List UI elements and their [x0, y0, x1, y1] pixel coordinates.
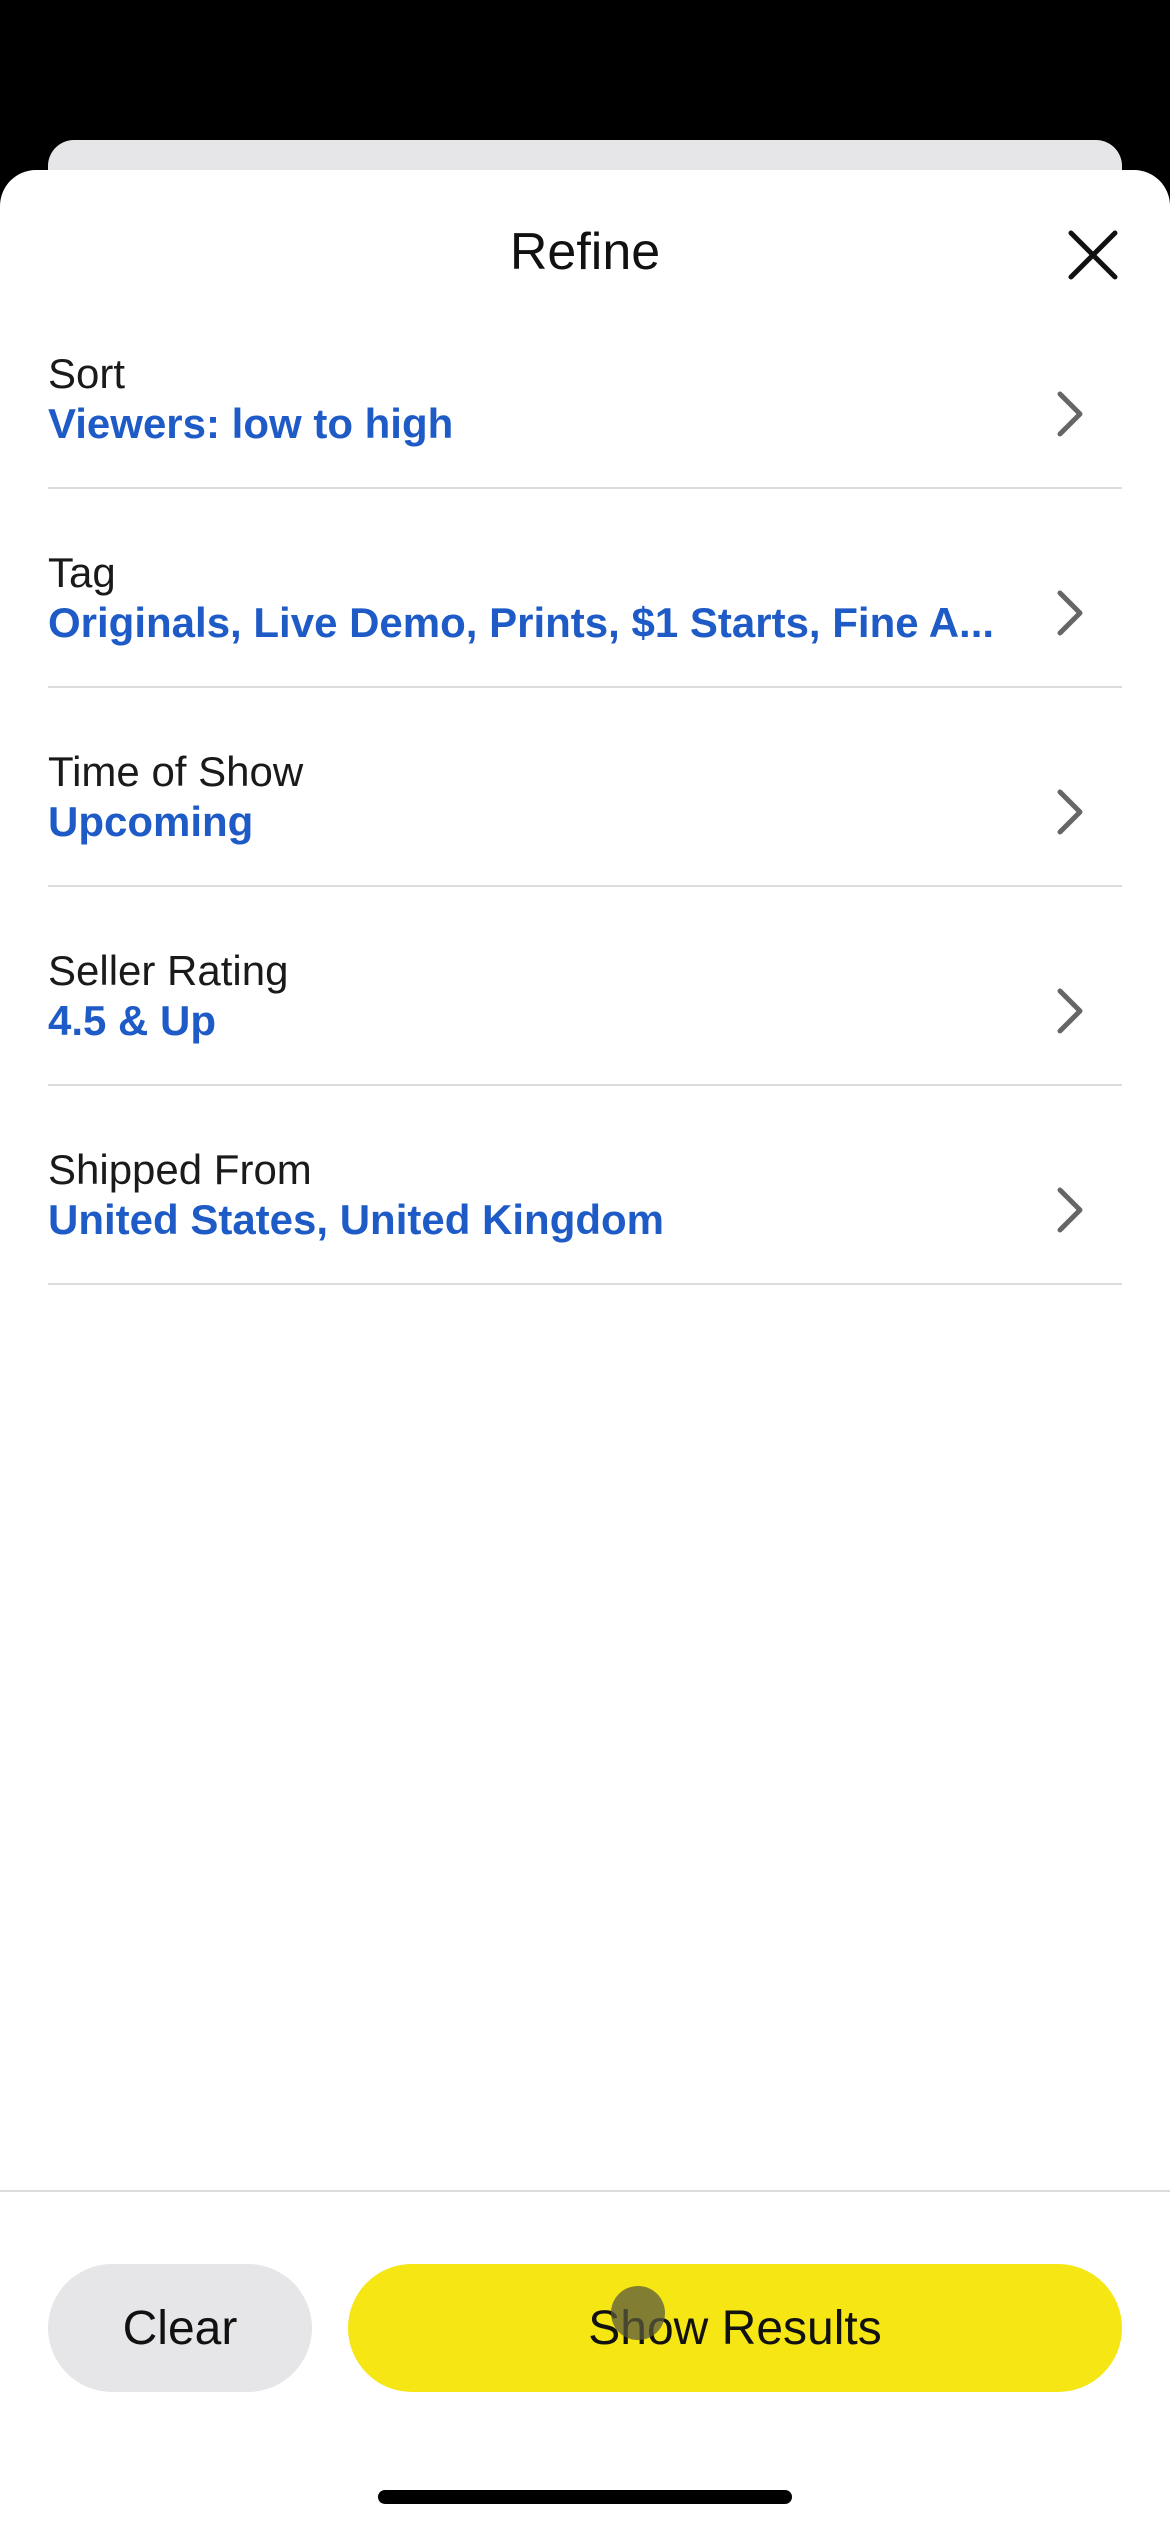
filter-label: Sort [48, 350, 126, 397]
filter-list: Sort Viewers: low to high Tag Originals,… [48, 338, 1122, 1285]
clear-button[interactable]: Clear [48, 2264, 312, 2392]
home-indicator [378, 2490, 792, 2504]
filter-value: Originals, Live Demo, Prints, $1 Starts,… [48, 599, 995, 646]
filter-row-shipped-from[interactable]: Shipped From United States, United Kingd… [48, 1086, 1122, 1285]
close-icon [1068, 230, 1118, 280]
screen: Refine Sort Viewers: low to high Tag Ori… [0, 0, 1170, 2532]
filter-row-sort[interactable]: Sort Viewers: low to high [48, 338, 1122, 489]
action-footer: Clear Show Results [0, 2190, 1170, 2532]
chevron-right-icon [1057, 789, 1083, 835]
touch-indicator [611, 2286, 665, 2340]
filter-value: United States, United Kingdom [48, 1196, 665, 1243]
filter-value: Viewers: low to high [48, 400, 454, 447]
filter-value: 4.5 & Up [48, 997, 217, 1044]
filter-label: Time of Show [48, 748, 304, 795]
filter-row-time-of-show[interactable]: Time of Show Upcoming [48, 688, 1122, 887]
filter-value: Upcoming [48, 798, 254, 845]
chevron-right-icon [1057, 391, 1083, 437]
filter-row-tag[interactable]: Tag Originals, Live Demo, Prints, $1 Sta… [48, 489, 1122, 688]
sheet-header: Refine [0, 170, 1170, 338]
close-button[interactable] [1058, 220, 1128, 290]
filter-label: Seller Rating [48, 947, 289, 994]
chevron-right-icon [1057, 590, 1083, 636]
refine-sheet: Refine Sort Viewers: low to high Tag Ori… [0, 170, 1170, 2532]
chevron-right-icon [1057, 988, 1083, 1034]
sheet-title: Refine [509, 223, 661, 281]
filter-label: Shipped From [48, 1146, 312, 1193]
chevron-right-icon [1057, 1187, 1083, 1233]
filter-label: Tag [48, 549, 116, 596]
show-results-button[interactable]: Show Results [348, 2264, 1122, 2392]
filter-row-seller-rating[interactable]: Seller Rating 4.5 & Up [48, 887, 1122, 1086]
